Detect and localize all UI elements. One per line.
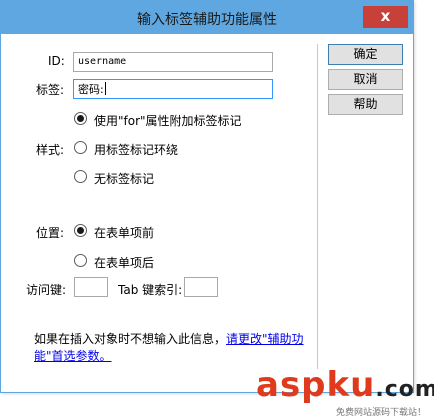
style-option-none-label: 无标签标记 — [94, 172, 155, 186]
text-caret — [104, 82, 106, 95]
button-separator — [317, 44, 318, 369]
watermark-wordmark: aspku.com — [256, 365, 434, 405]
tag-label: 标签: — [36, 83, 65, 97]
style-radio-wrap[interactable] — [74, 141, 87, 154]
hint-text: 如果在插入对象时不想输入此信息， — [34, 332, 227, 346]
accessibility-dialog: 输入标签辅助功能属性 x ID: username 标签: 密码: 使用"for… — [0, 0, 414, 393]
title-bar[interactable]: 输入标签辅助功能属性 x — [1, 1, 413, 34]
position-radio-before[interactable] — [74, 224, 87, 237]
style-radio-for-attribute[interactable] — [74, 112, 87, 125]
tab-index-field[interactable] — [184, 277, 218, 297]
style-label: 样式: — [36, 143, 65, 157]
tab-index-label: Tab 键索引: — [118, 283, 183, 297]
access-key-label: 访问键: — [26, 283, 67, 297]
tag-field[interactable]: 密码: — [73, 79, 273, 99]
style-option-wrap-label: 用标签标记环绕 — [94, 143, 179, 157]
watermark-tagline: 免费网站源码下载站！ — [335, 408, 426, 418]
cancel-button[interactable]: 取消 — [328, 69, 403, 90]
style-radio-none[interactable] — [74, 170, 87, 183]
tag-field-value: 密码: — [78, 83, 104, 96]
position-radio-after[interactable] — [74, 254, 87, 267]
position-option-before-label: 在表单项前 — [94, 226, 155, 240]
ok-button[interactable]: 确定 — [328, 44, 403, 65]
style-option-for-attribute-label: 使用"for"属性附加标签标记 — [94, 114, 242, 128]
position-option-after-label: 在表单项后 — [94, 256, 155, 270]
close-button[interactable]: x — [363, 6, 408, 28]
preferences-hint: 如果在插入对象时不想输入此信息，请更改"辅助功能"首选参数。 — [34, 331, 304, 365]
dialog-title: 输入标签辅助功能属性 — [137, 12, 277, 28]
id-field[interactable]: username — [73, 52, 273, 72]
dialog-body: ID: username 标签: 密码: 使用"for"属性附加标签标记 样式:… — [6, 34, 408, 387]
id-label: ID: — [48, 54, 65, 68]
help-button[interactable]: 帮助 — [328, 94, 403, 115]
position-label: 位置: — [36, 226, 65, 240]
access-key-field[interactable] — [74, 277, 108, 297]
site-watermark-logo: aspku.com 免费网站源码下载站！ — [256, 365, 434, 418]
